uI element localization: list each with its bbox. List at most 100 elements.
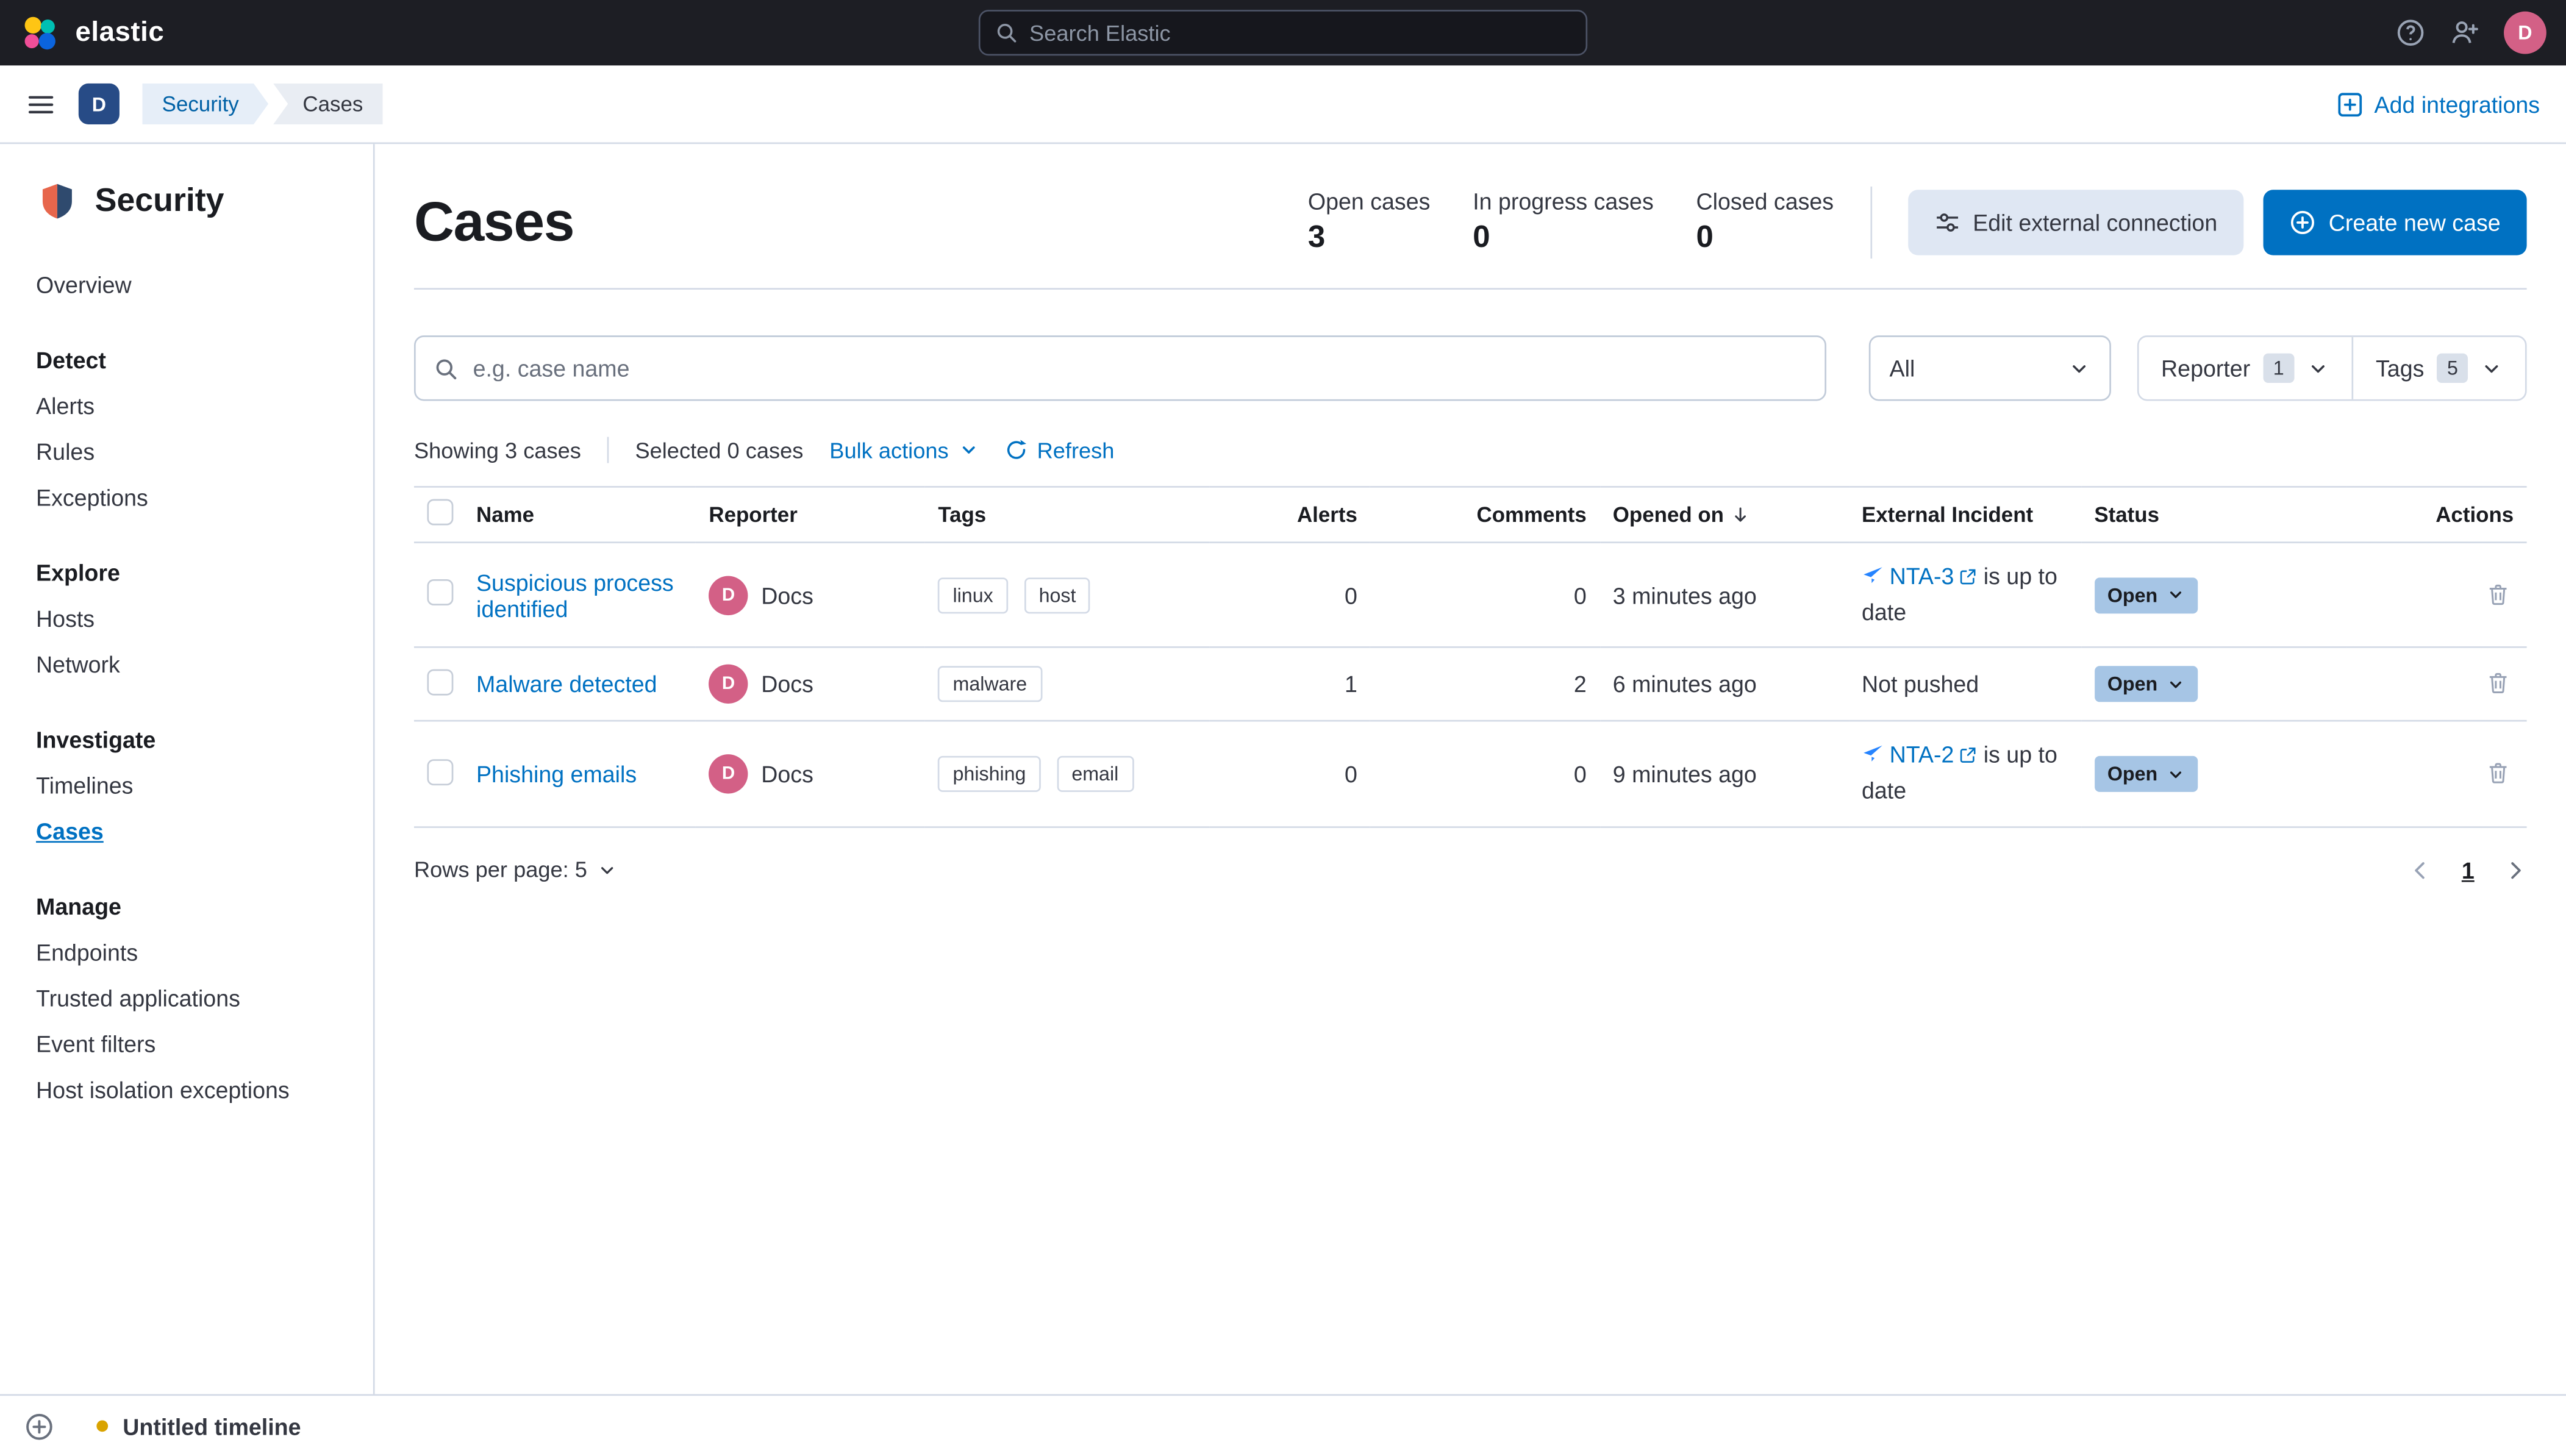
tag-badge: host [1024, 577, 1091, 613]
case-name-link[interactable]: Phishing emails [476, 761, 637, 787]
breadcrumb-cases: Cases [273, 83, 383, 124]
select-all-checkbox[interactable] [427, 499, 454, 526]
add-timeline-icon[interactable] [24, 1411, 54, 1441]
stat-value: 0 [1473, 221, 1490, 255]
column-name: Name [463, 486, 696, 543]
security-app-icon [36, 180, 79, 223]
case-name-link[interactable]: Malware detected [476, 671, 657, 698]
solution-filter-select[interactable]: All [1868, 335, 2110, 401]
add-integrations-button[interactable]: Add integrations [2337, 91, 2540, 117]
table-header-row: Name Reporter Tags Alerts Comments Opene… [413, 486, 2527, 543]
case-search-input[interactable] [473, 355, 1806, 382]
rows-per-page-button[interactable]: Rows per page: 5 [414, 858, 616, 882]
reporter-filter-button[interactable]: Reporter 1 [2138, 337, 2351, 399]
external-incident-link[interactable]: NTA-2 [1890, 742, 1954, 768]
untitled-timeline-button[interactable]: Untitled timeline [96, 1413, 301, 1439]
tag-badge: linux [938, 577, 1008, 613]
global-search[interactable] [978, 10, 1588, 56]
plus-circle-icon [2289, 210, 2315, 236]
sidebar-item-trusted-applications[interactable]: Trusted applications [36, 975, 347, 1021]
column-alerts: Alerts [1210, 486, 1371, 543]
sidebar-item-exceptions[interactable]: Exceptions [36, 474, 347, 520]
next-page-button[interactable] [2504, 858, 2527, 882]
elastic-home-link[interactable]: elastic [20, 12, 164, 53]
user-avatar[interactable]: D [2504, 11, 2546, 54]
delete-case-button[interactable] [2482, 668, 2514, 699]
chevron-down-icon [959, 440, 978, 460]
table-footer: Rows per page: 5 1 [414, 857, 2527, 883]
untitled-timeline-label: Untitled timeline [123, 1413, 301, 1440]
brand-name: elastic [75, 16, 165, 48]
sidebar-item-rules[interactable]: Rules [36, 429, 347, 474]
sidebar-item-alerts[interactable]: Alerts [36, 383, 347, 429]
menu-icon[interactable] [26, 89, 55, 118]
sidebar-item-endpoints[interactable]: Endpoints [36, 929, 347, 975]
sidebar-item-overview[interactable]: Overview [36, 262, 347, 307]
create-new-case-button[interactable]: Create new case [2263, 190, 2527, 255]
column-opened-on[interactable]: Opened on [1599, 486, 1849, 543]
status-badge[interactable]: Open [2094, 666, 2199, 703]
edit-external-connection-button[interactable]: Edit external connection [1907, 190, 2244, 255]
status-badge[interactable]: Open [2094, 756, 2199, 793]
previous-page-button[interactable] [2409, 858, 2432, 882]
user-add-icon[interactable] [2450, 18, 2479, 48]
chevron-down-icon [2307, 357, 2328, 379]
sidebar-item-host-isolation-exceptions[interactable]: Host isolation exceptions [36, 1067, 347, 1113]
delete-case-button[interactable] [2482, 758, 2514, 789]
page-header: Cases Open cases 3 In progress cases 0 C… [414, 186, 2527, 259]
sidebar-item-cases[interactable]: Cases [36, 808, 347, 854]
row-checkbox[interactable] [427, 758, 454, 785]
edit-external-connection-label: Edit external connection [1973, 209, 2218, 236]
sidebar-item-event-filters[interactable]: Event filters [36, 1021, 347, 1067]
case-search[interactable] [413, 335, 1826, 401]
sliders-icon [1934, 210, 1960, 236]
chevron-down-icon [2068, 357, 2089, 379]
page-number[interactable]: 1 [2462, 857, 2475, 883]
breadcrumb-security[interactable]: Security [142, 84, 268, 124]
reporter-avatar: D [709, 665, 748, 704]
tags-filter-button[interactable]: Tags 5 [2351, 337, 2525, 399]
refresh-icon [1004, 438, 1027, 462]
selected-cases-count: Selected 0 cases [635, 437, 804, 463]
bulk-actions-button[interactable]: Bulk actions [829, 438, 978, 462]
opened-on: 6 minutes ago [1599, 648, 1849, 723]
filter-row: All Reporter 1 Tags 5 [413, 335, 2527, 401]
reporter-name: Docs [761, 582, 813, 608]
row-checkbox[interactable] [427, 579, 454, 606]
header-buttons: Edit external connection Create new case [1907, 190, 2527, 255]
external-incident-link[interactable]: NTA-3 [1890, 563, 1954, 589]
chevron-down-icon [2167, 676, 2185, 694]
elastic-logo-icon [20, 12, 60, 53]
external-link-icon [1959, 568, 1977, 586]
table-row: Malware detected D Docs malware 1 2 6 mi… [413, 648, 2527, 723]
refresh-button[interactable]: Refresh [1004, 438, 1114, 462]
stat-open-cases: Open cases 3 [1308, 188, 1431, 257]
delete-case-button[interactable] [2482, 579, 2514, 610]
trash-icon [2489, 763, 2507, 783]
tag-badge: phishing [938, 756, 1041, 793]
header-actions: D [2396, 11, 2546, 54]
breadcrumb: Security Cases [142, 83, 383, 124]
column-external-incident: External Incident [1848, 486, 2081, 543]
case-name-link[interactable]: Suspicious process identified [476, 569, 674, 621]
alerts-count: 0 [1210, 542, 1371, 649]
comments-count: 2 [1370, 648, 1600, 723]
help-icon[interactable] [2396, 18, 2425, 48]
sidebar-item-hosts[interactable]: Hosts [36, 596, 347, 641]
global-search-input[interactable] [1029, 20, 1571, 45]
space-badge[interactable]: D [78, 83, 120, 124]
reporter-name: Docs [761, 671, 813, 698]
sidebar-item-network[interactable]: Network [36, 641, 347, 687]
app-header: Security [36, 180, 347, 223]
row-checkbox[interactable] [427, 669, 454, 696]
reporter-avatar: D [709, 575, 748, 615]
sort-desc-icon [1732, 505, 1750, 524]
sidebar-item-timelines[interactable]: Timelines [36, 763, 347, 808]
header-rule [413, 288, 2527, 290]
rows-per-page-label: Rows per page: 5 [413, 857, 587, 883]
status-badge[interactable]: Open [2094, 577, 2199, 613]
add-integrations-icon [2337, 91, 2363, 117]
tags-filter-label: Tags [2376, 355, 2425, 382]
external-incident-status: Not pushed [1862, 670, 1979, 696]
sidebar-nav: Overview Detect Alerts Rules Exceptions … [36, 262, 347, 1113]
